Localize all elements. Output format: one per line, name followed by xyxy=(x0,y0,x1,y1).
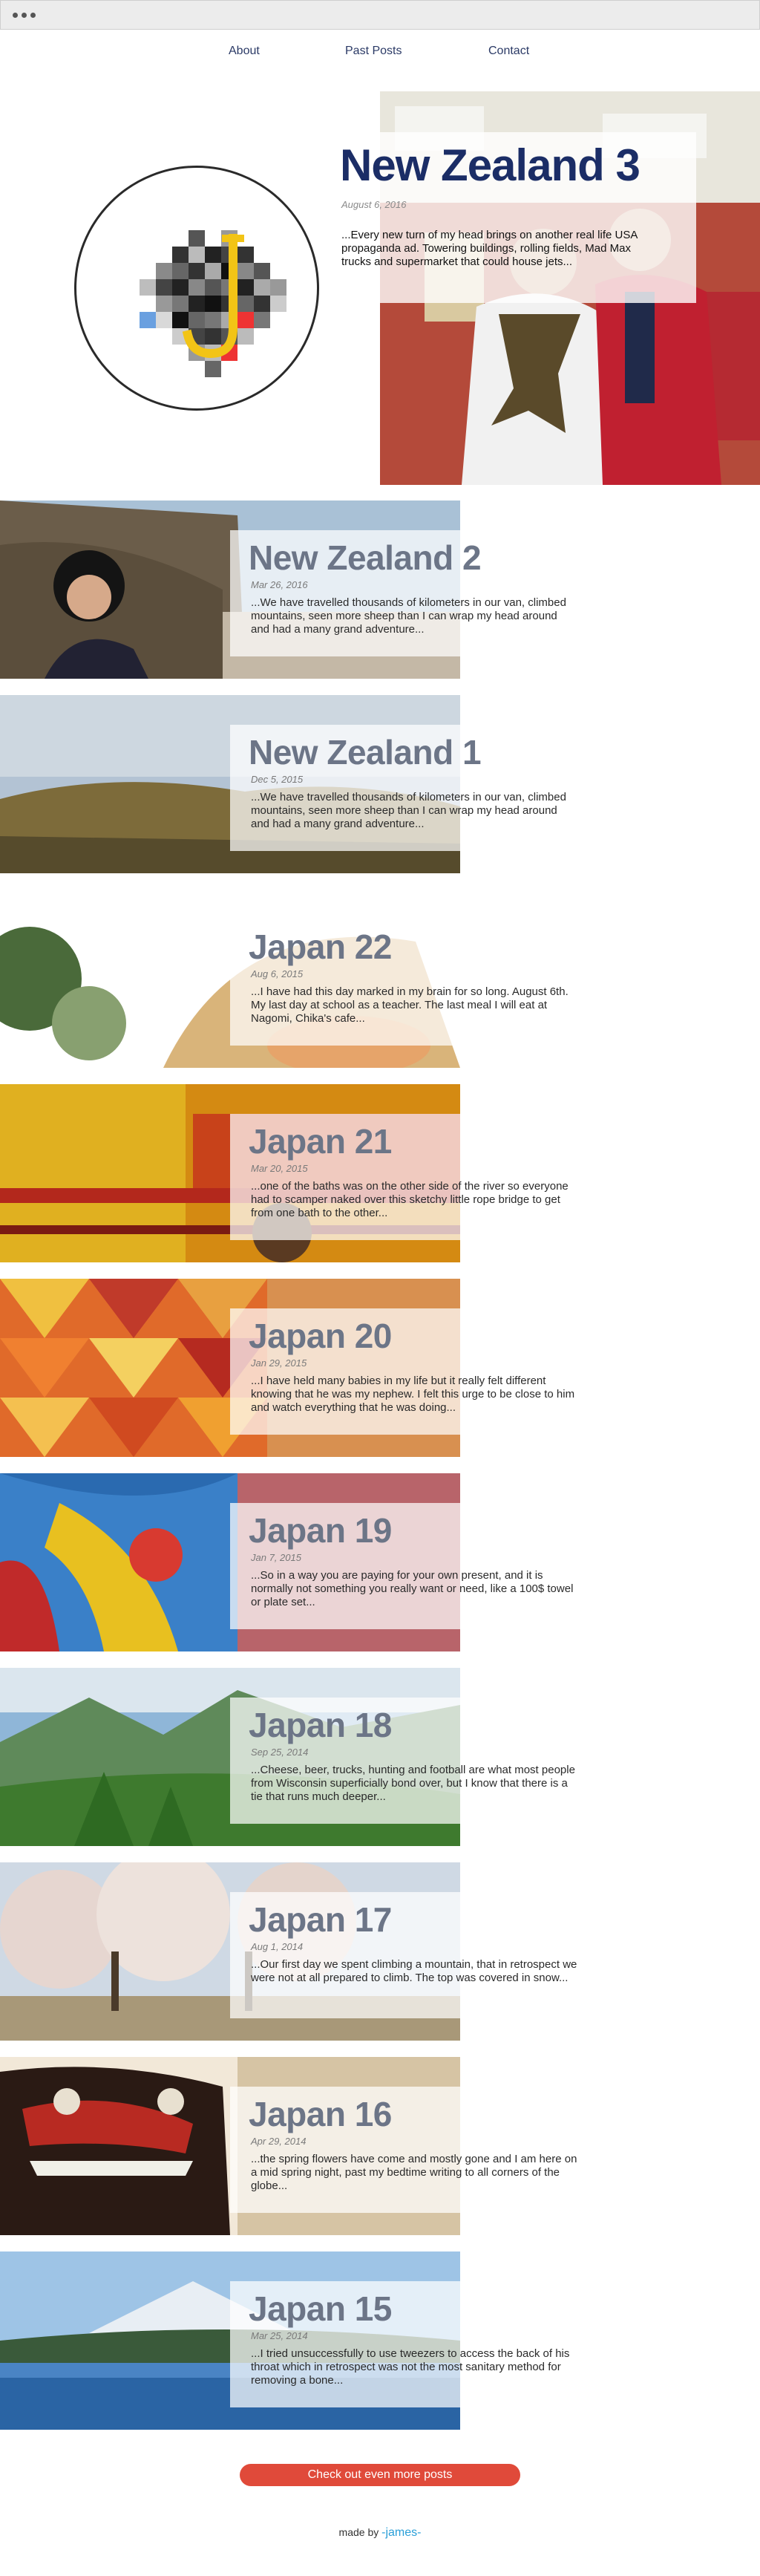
post-card-overlay xyxy=(230,2087,460,2213)
post-card[interactable] xyxy=(0,1668,460,1846)
window-dot-icon xyxy=(22,13,27,18)
nav-past-posts-link[interactable]: Past Posts xyxy=(345,45,402,58)
post-card-overlay xyxy=(230,1503,460,1629)
post-card[interactable] xyxy=(0,1084,460,1262)
post-card-overlay xyxy=(230,1892,460,2018)
footer: made by -james- xyxy=(0,2526,760,2540)
nav-about-link[interactable]: About xyxy=(229,45,260,58)
post-card-overlay xyxy=(230,1308,460,1435)
nav-contact-link[interactable]: Contact xyxy=(488,45,529,58)
hero-date: August 6, 2016 xyxy=(341,199,407,210)
post-card[interactable] xyxy=(0,1473,460,1651)
post-card[interactable] xyxy=(0,500,460,679)
post-card[interactable] xyxy=(0,2057,460,2235)
post-card-overlay xyxy=(230,1114,460,1240)
post-card-overlay xyxy=(230,725,460,851)
browser-chrome xyxy=(0,0,760,30)
post-card-overlay xyxy=(230,919,460,1046)
post-card[interactable] xyxy=(0,1862,460,2041)
post-card[interactable] xyxy=(0,695,460,873)
hero-excerpt: ...Every new turn of my head brings on a… xyxy=(341,229,638,268)
top-nav: About Past Posts Contact xyxy=(0,45,760,62)
window-dot-icon xyxy=(13,13,18,18)
more-posts-button[interactable]: Check out even more posts xyxy=(240,2464,520,2486)
hero-title[interactable]: New Zealand 3 xyxy=(340,140,641,191)
window-dot-icon xyxy=(30,13,36,18)
post-card[interactable] xyxy=(0,1279,460,1457)
footer-prefix: made by xyxy=(338,2526,379,2538)
post-card[interactable] xyxy=(0,2251,460,2430)
post-card-overlay xyxy=(230,530,460,656)
post-card[interactable] xyxy=(0,890,460,1068)
post-card-overlay xyxy=(230,1698,460,1824)
site-logo[interactable] xyxy=(74,166,319,411)
hero-section: New Zealand 3 August 6, 2016 ...Every ne… xyxy=(0,91,760,485)
author-link[interactable]: -james- xyxy=(381,2526,421,2539)
post-card-overlay xyxy=(230,2281,460,2407)
hero-card: New Zealand 3 August 6, 2016 ...Every ne… xyxy=(340,132,696,303)
